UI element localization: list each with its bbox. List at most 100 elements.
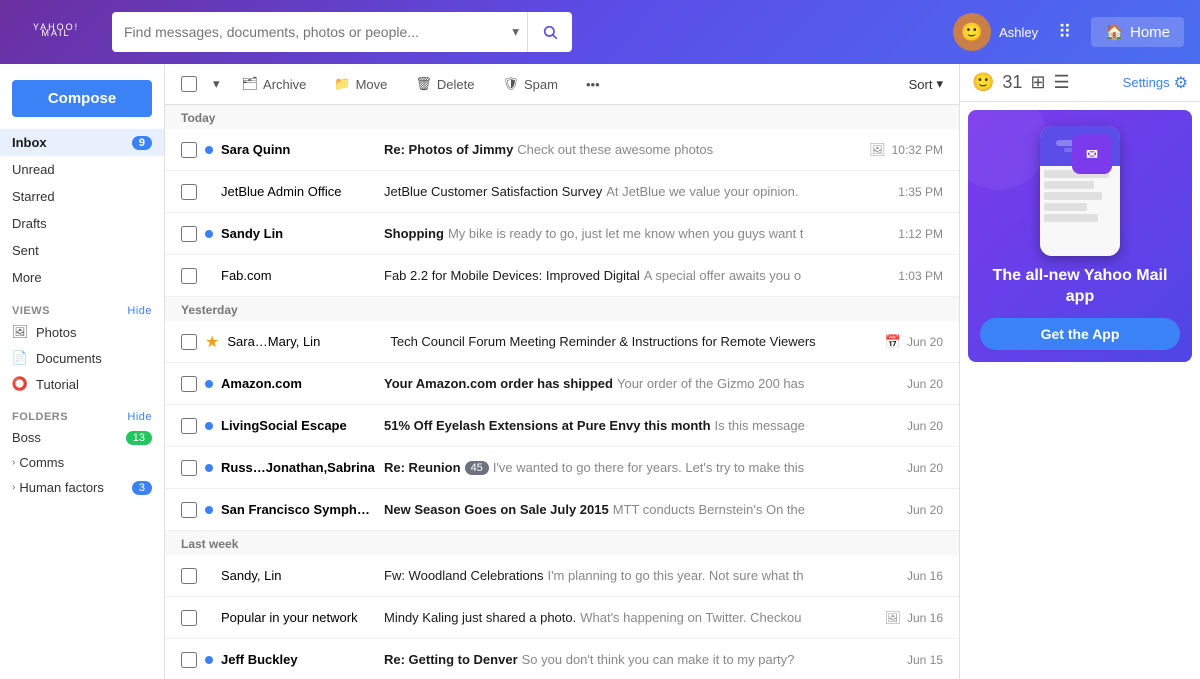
sidebar-item-sent[interactable]: Sent <box>0 237 164 264</box>
table-row[interactable]: JetBlue Admin Office JetBlue Customer Sat… <box>165 171 959 213</box>
header-right: 🙂 Ashley ⠿ 🏠 Home <box>953 13 1184 51</box>
email-preview: MTT conducts Bernstein's On the <box>613 502 805 517</box>
email-meta: 🖼 10:32 PM <box>869 142 943 158</box>
table-row[interactable]: Russ…Jonathan,SabrinaRe: Reunion45 I've … <box>165 447 959 489</box>
documents-icon: 📄 <box>12 350 28 366</box>
image-attachment-icon: 🖼 <box>884 610 901 626</box>
email-preview: A special offer awaits you o <box>644 268 801 283</box>
delete-icon: 🗑 <box>415 76 432 92</box>
email-preview: Check out these awesome photos <box>517 142 713 157</box>
spam-icon: 🛡 <box>502 76 519 92</box>
compose-button[interactable]: Compose <box>12 80 152 117</box>
sidebar-item-inbox[interactable]: Inbox 9 <box>0 129 164 156</box>
unread-dot <box>205 656 213 664</box>
sidebar-item-drafts[interactable]: Drafts <box>0 210 164 237</box>
email-subject-preview: JetBlue Customer Satisfaction Survey At … <box>384 184 890 199</box>
email-meta: Jun 16 <box>907 569 943 583</box>
sidebar-item-unread[interactable]: Unread <box>0 156 164 183</box>
settings-link[interactable]: Settings ⚙ <box>1123 73 1188 93</box>
folders-hide-link[interactable]: Hide <box>127 411 152 423</box>
email-preview: At JetBlue we value your opinion. <box>606 184 798 199</box>
email-subject: 51% Off Eyelash Extensions at Pure Envy … <box>384 418 711 433</box>
image-attachment-icon: 🖼 <box>869 142 886 158</box>
delete-button[interactable]: 🗑 Delete <box>409 72 480 96</box>
calendar-icon[interactable]: 31 <box>1002 72 1022 93</box>
human-factors-badge: 3 <box>132 481 152 495</box>
sidebar-item-photos[interactable]: 🖼 Photos <box>0 319 164 345</box>
archive-button[interactable]: 🗂 Archive <box>236 72 313 96</box>
search-button[interactable] <box>528 12 572 52</box>
email-sender: JetBlue Admin Office <box>221 184 376 199</box>
table-row[interactable]: Popular in your networkMindy Kaling just… <box>165 597 959 639</box>
email-checkbox[interactable] <box>181 268 197 284</box>
sidebar-item-more[interactable]: More <box>0 264 164 291</box>
email-group: TodaySara QuinnRe: Photos of Jimmy Check… <box>165 105 959 297</box>
unread-dot <box>205 506 213 514</box>
user-profile[interactable]: 🙂 Ashley <box>953 13 1038 51</box>
panel-header: 🙂 31 ⊞ ☰ Settings ⚙ <box>960 64 1200 102</box>
sidebar-item-comms[interactable]: › Comms <box>0 450 164 475</box>
home-link[interactable]: 🏠 Home <box>1091 17 1184 47</box>
star-icon[interactable]: ★ <box>205 332 219 352</box>
search-dropdown-button[interactable]: ▾ <box>504 12 528 52</box>
email-group: Last weekSandy, LinFw: Woodland Celebrat… <box>165 531 959 679</box>
email-meta: 🖼Jun 16 <box>884 610 943 626</box>
email-toolbar: ▾ 🗂 Archive 📁 Move 🗑 Delete 🛡 Spam ••• <box>165 64 959 105</box>
move-button[interactable]: 📁 Move <box>328 72 393 96</box>
email-checkbox[interactable] <box>181 610 197 626</box>
email-checkbox[interactable] <box>181 226 197 242</box>
sidebar-item-human-factors[interactable]: › Human factors 3 <box>0 475 164 500</box>
table-row[interactable]: Fab.comFab 2.2 for Mobile Devices: Impro… <box>165 255 959 297</box>
email-sender: Sara Quinn <box>221 142 376 157</box>
email-checkbox[interactable] <box>181 502 197 518</box>
folders-section: Folders Hide Boss 13 › Comms › Human fac… <box>0 405 164 500</box>
email-time: 10:32 PM <box>892 143 943 157</box>
phone-mockup: ✉ <box>1040 126 1120 256</box>
email-checkbox[interactable] <box>181 184 197 200</box>
email-meta: Jun 20 <box>907 503 943 517</box>
table-row[interactable]: LivingSocial Escape51% Off Eyelash Exten… <box>165 405 959 447</box>
email-checkbox[interactable] <box>181 376 197 392</box>
email-time: 1:12 PM <box>898 227 943 241</box>
get-app-button[interactable]: Get the App <box>980 318 1180 350</box>
sort-button[interactable]: Sort ▾ <box>909 76 943 92</box>
table-row[interactable]: Sandy LinShopping My bike is ready to go… <box>165 213 959 255</box>
sidebar-item-tutorial[interactable]: ⭕ Tutorial <box>0 371 164 397</box>
email-checkbox[interactable] <box>181 142 197 158</box>
grid-view-icon[interactable]: ⊞ <box>1030 72 1045 93</box>
more-actions-button[interactable]: ••• <box>580 73 606 96</box>
table-row[interactable]: San Francisco SymphonyNew Season Goes on… <box>165 489 959 531</box>
table-row[interactable]: ★Sara…Mary, LinTech Council Forum Meetin… <box>165 321 959 363</box>
email-subject-preview: Your Amazon.com order has shipped Your o… <box>384 376 899 391</box>
email-preview: My bike is ready to go, just let me know… <box>448 226 804 241</box>
views-hide-link[interactable]: Hide <box>127 305 152 317</box>
sidebar-item-documents[interactable]: 📄 Documents <box>0 345 164 371</box>
email-checkbox[interactable] <box>181 460 197 476</box>
email-checkbox[interactable] <box>181 652 197 668</box>
email-time: Jun 20 <box>907 377 943 391</box>
comms-chevron-icon: › <box>12 457 15 468</box>
select-dropdown-icon[interactable]: ▾ <box>213 76 220 92</box>
list-view-icon[interactable]: ☰ <box>1054 72 1070 93</box>
spam-button[interactable]: 🛡 Spam <box>496 72 563 96</box>
email-subject-preview: Fw: Woodland Celebrations I'm planning t… <box>384 568 899 583</box>
apps-grid-icon[interactable]: ⠿ <box>1058 22 1071 43</box>
email-meta: Jun 20 <box>907 377 943 391</box>
email-checkbox[interactable] <box>181 568 197 584</box>
email-checkbox[interactable] <box>181 418 197 434</box>
sidebar-item-boss[interactable]: Boss 13 <box>0 425 164 450</box>
email-checkbox[interactable] <box>181 334 197 350</box>
smiley-icon[interactable]: 🙂 <box>972 72 994 93</box>
email-meta: Jun 20 <box>907 419 943 433</box>
table-row[interactable]: Amazon.comYour Amazon.com order has ship… <box>165 363 959 405</box>
table-row[interactable]: Sandy, LinFw: Woodland Celebrations I'm … <box>165 555 959 597</box>
email-preview: So you don't think you can make it to my… <box>522 652 795 667</box>
table-row[interactable]: Jeff BuckleyRe: Getting to Denver So you… <box>165 639 959 679</box>
sidebar-item-starred[interactable]: Starred <box>0 183 164 210</box>
inbox-badge: 9 <box>132 136 152 150</box>
email-preview: I'm planning to go this year. Not sure w… <box>547 568 803 583</box>
gear-icon: ⚙ <box>1174 73 1188 93</box>
search-input[interactable] <box>112 24 504 40</box>
select-all-checkbox[interactable] <box>181 76 197 92</box>
table-row[interactable]: Sara QuinnRe: Photos of Jimmy Check out … <box>165 129 959 171</box>
